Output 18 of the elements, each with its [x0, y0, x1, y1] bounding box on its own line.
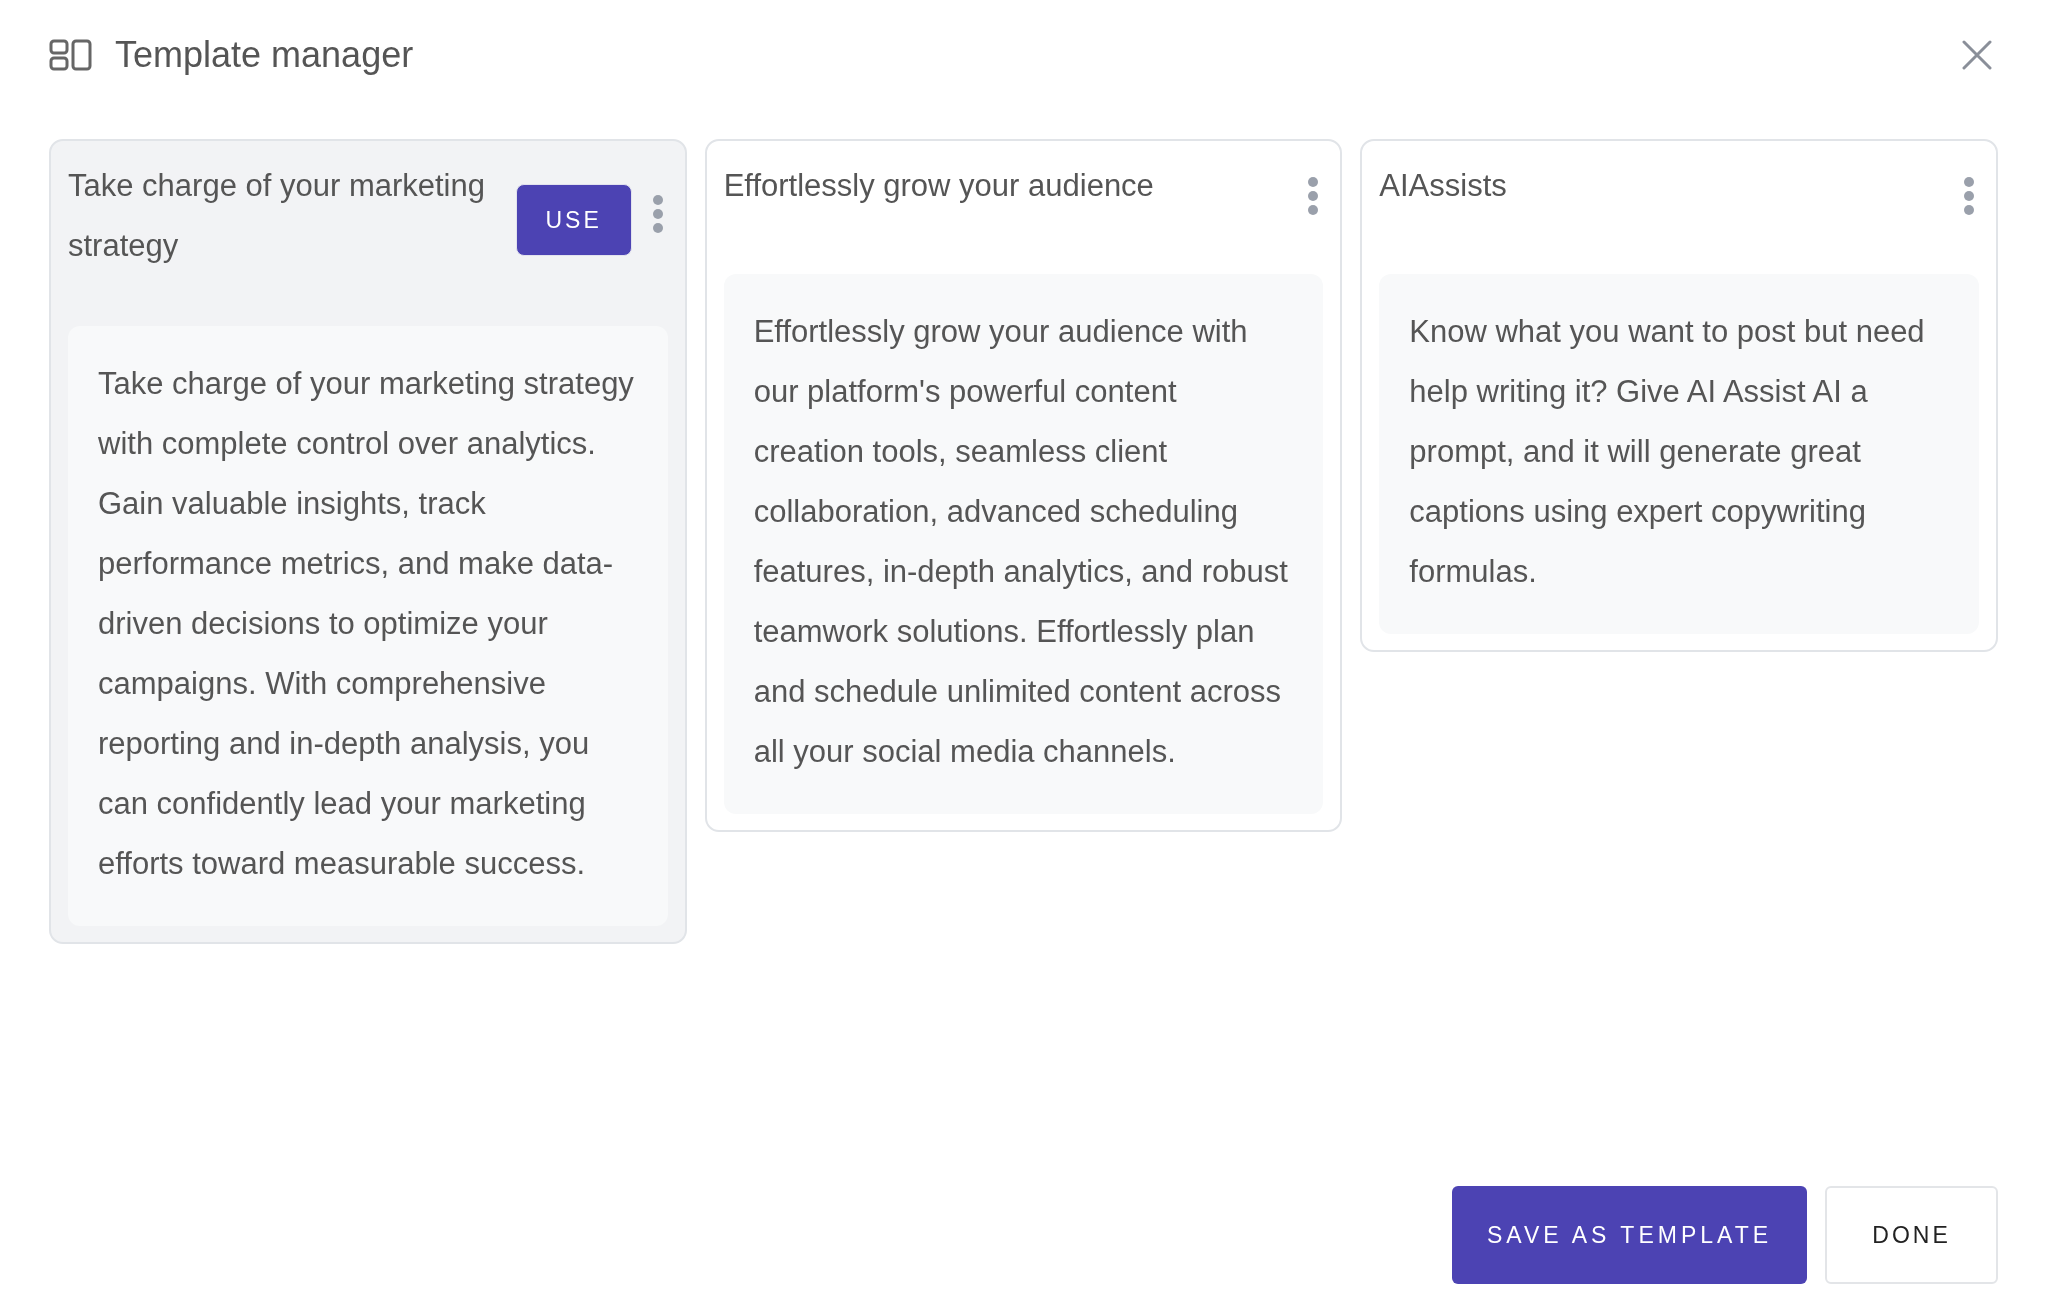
template-card[interactable]: [49, 139, 687, 944]
template-description: Know what you want to post but need help writing it? Give AI Assist AI a prompt, and it will generate great captions using expert copywriting formulas.: [1379, 274, 1979, 634]
template-description: Effortlessly grow your audience with our platform's powerful content creation tools, seamless client collaboration, advanced scheduling features, in-depth analytics, and robust teamwork solutions. Effortlessly plan and schedule unlimited content across all your social media channels.: [723, 274, 1324, 814]
template-description: Take charge of your marketing strategy with complete control over analytics. Gain valuable insights, track performance metrics, and make data-driven decisions to optimize your campaigns. With comprehensive reporting and in-depth analysis, you can confidently lead your marketing efforts toward measurable success.: [68, 326, 668, 926]
use-button[interactable]: USE: [515, 184, 632, 256]
template-title: Effortlessly grow your audience: [723, 167, 1155, 205]
template-card[interactable]: [704, 139, 1343, 832]
more-vertical-icon: [1307, 176, 1320, 216]
template-layout-icon: [49, 39, 93, 71]
more-vertical-icon: [1963, 176, 1975, 216]
save-as-template-button[interactable]: SAVE AS TEMPLATE: [1452, 1186, 1807, 1284]
close-icon: [1962, 40, 1992, 70]
template-title: Take charge of your marketing strategy: [68, 167, 486, 265]
template-card[interactable]: AIAssists Know what you want to post but need help writing it? Give AI Assist AI a prompt, and it will generate great captions using expert copywriting formulas.: [1360, 139, 1998, 652]
more-vertical-icon: [651, 194, 664, 234]
dialog-title: Template manager: [115, 34, 414, 76]
template-title: AIAssists: [1379, 167, 1508, 205]
done-button[interactable]: DONE: [1825, 1186, 1998, 1284]
